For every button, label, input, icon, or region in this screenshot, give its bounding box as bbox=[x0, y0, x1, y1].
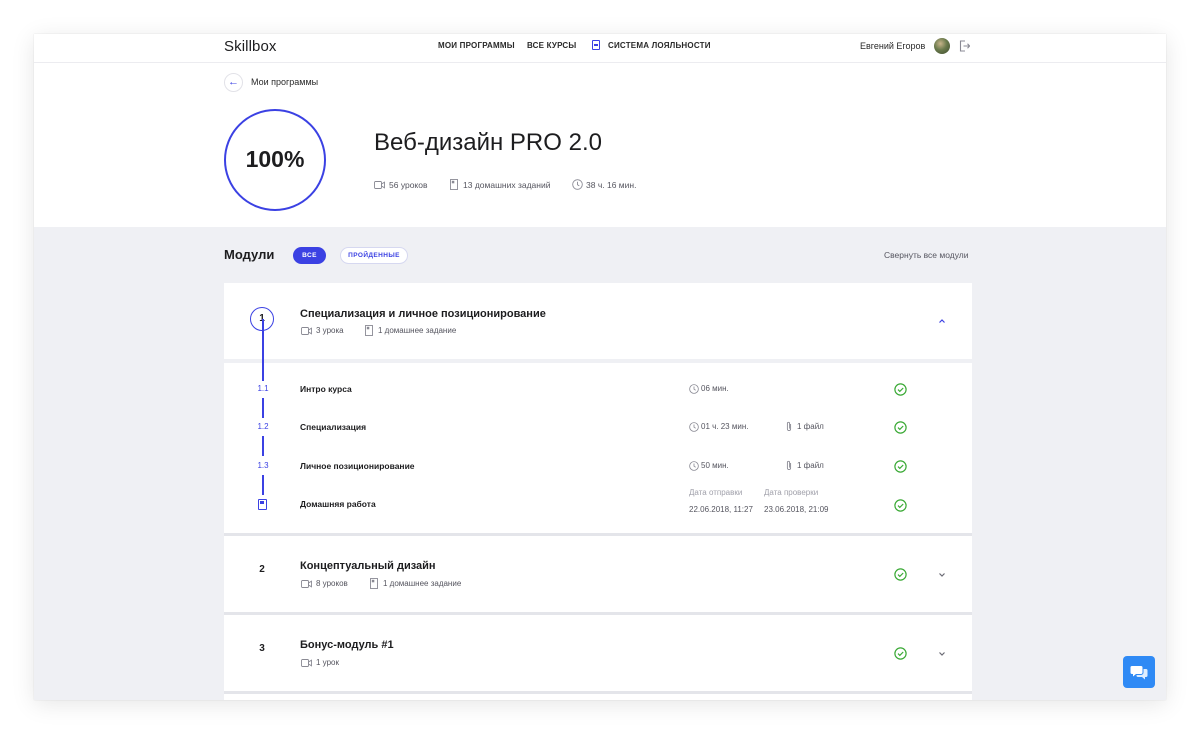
loyalty-icon bbox=[592, 40, 600, 50]
video-camera-icon bbox=[301, 580, 312, 588]
chevron-down-icon[interactable] bbox=[938, 572, 946, 578]
course-title: Веб-дизайн PRO 2.0 bbox=[374, 129, 602, 156]
paperclip-icon bbox=[786, 460, 792, 470]
module-number: 2 bbox=[259, 564, 265, 575]
homework-sent-date: 22.06.2018, 11:27 bbox=[689, 505, 753, 514]
paperclip-icon bbox=[786, 421, 792, 431]
module-lessons-count: 1 урок bbox=[316, 658, 339, 667]
module-title: Концептуальный дизайн bbox=[300, 560, 436, 572]
bookmark-icon bbox=[370, 578, 378, 589]
chevron-down-icon[interactable] bbox=[938, 651, 946, 657]
module-1-lessons: 1.1 Интро курса 06 мин. 1.2 Специализаци… bbox=[224, 319, 972, 533]
clock-icon bbox=[689, 461, 699, 471]
module-card-4-partial[interactable] bbox=[224, 694, 972, 700]
module-number: 3 bbox=[259, 643, 265, 654]
top-navbar: Skillbox МОИ ПРОГРАММЫ ВСЕ КУРСЫ СИСТЕМА… bbox=[34, 34, 1166, 63]
lesson-files[interactable]: 1 файл bbox=[797, 422, 824, 431]
lesson-number: 1.1 bbox=[257, 384, 269, 393]
bookmark-icon bbox=[450, 179, 458, 190]
nav-my-programs[interactable]: МОИ ПРОГРАММЫ bbox=[438, 41, 515, 50]
check-circle-icon bbox=[894, 460, 907, 473]
app-window: Skillbox МОИ ПРОГРАММЫ ВСЕ КУРСЫ СИСТЕМА… bbox=[34, 34, 1166, 700]
back-link-label[interactable]: Мои программы bbox=[251, 77, 318, 87]
course-lessons-count: 56 уроков bbox=[389, 180, 428, 190]
video-camera-icon bbox=[301, 327, 312, 335]
homework-bookmark-icon bbox=[258, 499, 267, 510]
check-circle-icon bbox=[894, 383, 907, 396]
lesson-title[interactable]: Интро курса bbox=[300, 384, 352, 394]
chat-button[interactable] bbox=[1123, 656, 1155, 688]
check-circle-icon bbox=[894, 421, 907, 434]
user-name[interactable]: Евгений Егоров bbox=[860, 41, 925, 51]
check-circle-icon bbox=[894, 568, 907, 581]
chevron-up-icon[interactable] bbox=[938, 318, 946, 324]
timeline-line bbox=[262, 475, 264, 495]
timeline-line bbox=[262, 319, 264, 381]
bookmark-icon bbox=[365, 325, 373, 336]
check-circle-icon bbox=[894, 499, 907, 512]
course-header: ← Мои программы 100% Веб-дизайн PRO 2.0 … bbox=[34, 63, 1166, 227]
homework-checked-date: 23.06.2018, 21:09 bbox=[764, 505, 829, 514]
course-duration: 38 ч. 16 мин. bbox=[586, 180, 637, 190]
clock-icon bbox=[572, 179, 583, 190]
module-card-3[interactable]: 3 Бонус-модуль #1 1 урок bbox=[224, 615, 972, 691]
video-camera-icon bbox=[374, 181, 385, 189]
lesson-title[interactable]: Специализация bbox=[300, 422, 366, 432]
module-title: Бонус-модуль #1 bbox=[300, 639, 394, 651]
progress-ring: 100% bbox=[224, 109, 326, 211]
clock-icon bbox=[689, 422, 699, 432]
module-card-1[interactable]: 1 Специализация и личное позиционировани… bbox=[224, 283, 972, 359]
avatar[interactable] bbox=[934, 38, 950, 54]
module-title: Специализация и личное позиционирование bbox=[300, 308, 546, 320]
logout-icon[interactable] bbox=[959, 40, 970, 52]
lesson-files[interactable]: 1 файл bbox=[797, 461, 824, 470]
nav-all-courses[interactable]: ВСЕ КУРСЫ bbox=[527, 41, 576, 50]
check-circle-icon bbox=[894, 647, 907, 660]
homework-title[interactable]: Домашняя работа bbox=[300, 499, 376, 509]
chat-bubbles-icon bbox=[1130, 666, 1148, 680]
back-arrow-icon[interactable]: ← bbox=[224, 73, 243, 92]
timeline-line bbox=[262, 398, 264, 418]
module-lessons-count: 8 уроков bbox=[316, 579, 348, 588]
lesson-number: 1.2 bbox=[257, 422, 269, 431]
lesson-duration: 50 мин. bbox=[701, 461, 729, 470]
module-homeworks-count: 1 домашнее задание bbox=[378, 326, 457, 335]
logo[interactable]: Skillbox bbox=[224, 38, 277, 55]
clock-icon bbox=[689, 384, 699, 394]
module-card-2[interactable]: 2 Концептуальный дизайн 8 уроков 1 домаш… bbox=[224, 536, 972, 612]
module-homeworks-count: 1 домашнее задание bbox=[383, 579, 462, 588]
filter-all-button[interactable]: ВСЕ bbox=[293, 247, 326, 264]
course-homeworks-count: 13 домашних заданий bbox=[463, 180, 551, 190]
lesson-duration: 01 ч. 23 мин. bbox=[701, 422, 749, 431]
modules-toolbar: Модули ВСЕ ПРОЙДЕННЫЕ Свернуть все модул… bbox=[34, 227, 1166, 277]
module-lessons-count: 3 урока bbox=[316, 326, 344, 335]
lesson-duration: 06 мин. bbox=[701, 384, 729, 393]
lesson-number: 1.3 bbox=[257, 461, 269, 470]
homework-sent-label: Дата отправки bbox=[689, 488, 743, 497]
filter-completed-button[interactable]: ПРОЙДЕННЫЕ bbox=[340, 247, 408, 264]
modules-title: Модули bbox=[224, 247, 275, 262]
lesson-title[interactable]: Личное позиционирование bbox=[300, 461, 415, 471]
video-camera-icon bbox=[301, 659, 312, 667]
nav-loyalty-system[interactable]: СИСТЕМА ЛОЯЛЬНОСТИ bbox=[608, 41, 711, 50]
timeline-line bbox=[262, 436, 264, 456]
collapse-all-link[interactable]: Свернуть все модули bbox=[884, 250, 969, 260]
homework-checked-label: Дата проверки bbox=[764, 488, 819, 497]
